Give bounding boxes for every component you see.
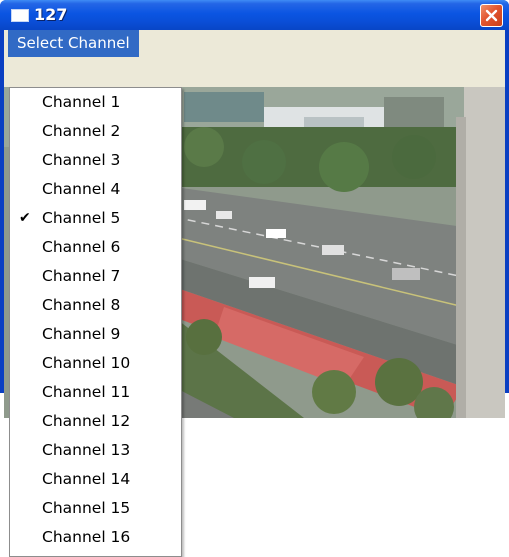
menu-item-label: Channel 8 bbox=[42, 296, 121, 314]
window-icon bbox=[11, 9, 29, 22]
menu-item-channel-16[interactable]: Channel 16 bbox=[10, 523, 181, 552]
menu-item-channel-6[interactable]: Channel 6 bbox=[10, 233, 181, 262]
menu-item-channel-8[interactable]: Channel 8 bbox=[10, 291, 181, 320]
menu-item-channel-11[interactable]: Channel 11 bbox=[10, 378, 181, 407]
menu-item-label: Channel 10 bbox=[42, 354, 131, 372]
menu-item-label: Channel 7 bbox=[42, 267, 121, 285]
menu-item-channel-2[interactable]: Channel 2 bbox=[10, 117, 181, 146]
menu-item-channel-15[interactable]: Channel 15 bbox=[10, 494, 181, 523]
menu-item-label: Channel 4 bbox=[42, 180, 121, 198]
menu-item-channel-5[interactable]: ✔ Channel 5 bbox=[10, 204, 181, 233]
menu-item-label: Channel 14 bbox=[42, 470, 131, 488]
menu-item-label: Channel 2 bbox=[42, 122, 121, 140]
menu-item-label: Channel 6 bbox=[42, 238, 121, 256]
menu-item-label: Channel 5 bbox=[42, 209, 121, 227]
menu-item-label: Channel 11 bbox=[42, 383, 131, 401]
menu-item-channel-14[interactable]: Channel 14 bbox=[10, 465, 181, 494]
menu-item-channel-9[interactable]: Channel 9 bbox=[10, 320, 181, 349]
menu-item-label: Channel 12 bbox=[42, 412, 131, 430]
menu-item-label: Channel 9 bbox=[42, 325, 121, 343]
menu-item-channel-1[interactable]: Channel 1 bbox=[10, 88, 181, 117]
menu-item-label: Channel 16 bbox=[42, 528, 131, 546]
menu-item-label: Channel 13 bbox=[42, 441, 131, 459]
window-title: 127 bbox=[34, 5, 68, 24]
menu-item-channel-10[interactable]: Channel 10 bbox=[10, 349, 181, 378]
menu-item-channel-7[interactable]: Channel 7 bbox=[10, 262, 181, 291]
menu-item-label: Channel 3 bbox=[42, 151, 121, 169]
menu-bar: Select Channel bbox=[4, 30, 505, 57]
menu-item-channel-13[interactable]: Channel 13 bbox=[10, 436, 181, 465]
menu-item-label: Channel 15 bbox=[42, 499, 131, 517]
close-icon bbox=[485, 9, 498, 22]
menu-item-channel-12[interactable]: Channel 12 bbox=[10, 407, 181, 436]
checkmark-icon: ✔ bbox=[19, 210, 31, 226]
select-channel-menu[interactable]: Select Channel bbox=[8, 30, 139, 57]
menu-item-channel-3[interactable]: Channel 3 bbox=[10, 146, 181, 175]
menu-item-label: Channel 1 bbox=[42, 93, 121, 111]
close-button[interactable] bbox=[480, 4, 503, 27]
channel-dropdown-menu: Channel 1 Channel 2 Channel 3 Channel 4 ✔ Cha… bbox=[9, 87, 182, 557]
title-bar[interactable]: 127 bbox=[0, 0, 509, 30]
menu-item-channel-4[interactable]: Channel 4 bbox=[10, 175, 181, 204]
